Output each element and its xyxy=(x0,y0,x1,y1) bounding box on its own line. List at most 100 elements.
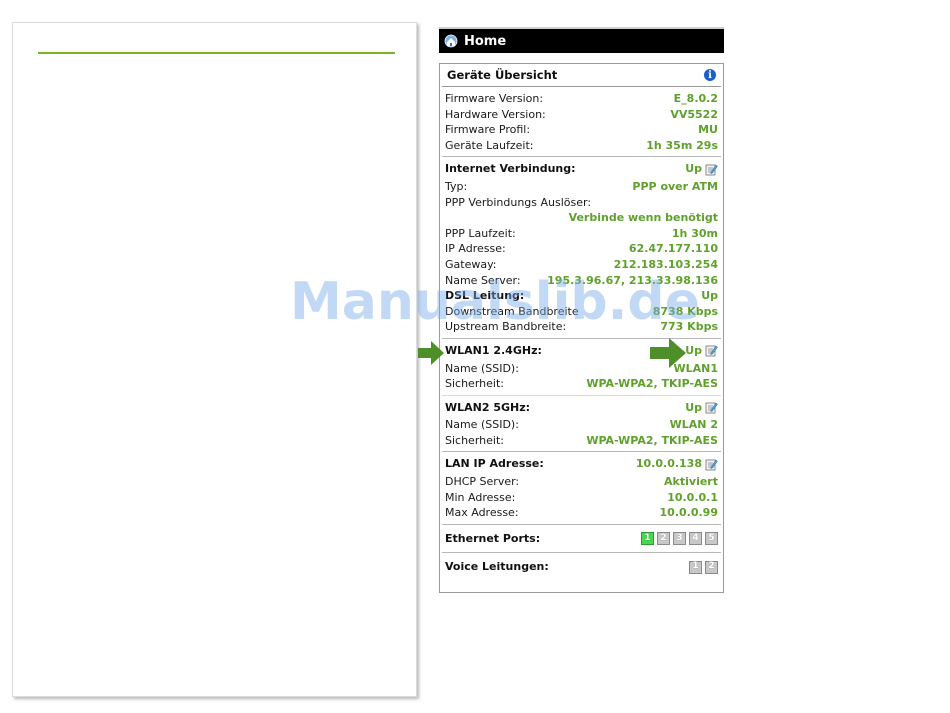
ethernet-ports: 1 2 3 4 5 xyxy=(641,532,718,546)
internet-row: IP Adresse: 62.47.177.110 xyxy=(445,241,718,257)
edit-note-icon[interactable] xyxy=(705,344,718,357)
row-label: Max Adresse: xyxy=(445,506,519,520)
internet-row: Name Server: 195.3.96.67, 213.33.98.136 xyxy=(445,273,718,289)
dsl-label: DSL Leitung: xyxy=(445,289,525,303)
row-label: Name Server: xyxy=(445,273,521,287)
dsl-row: DSL Leitung: Up xyxy=(445,288,718,304)
status-panel: Geräte Übersicht i Firmware Version: E_8… xyxy=(439,63,724,593)
row-label: Upstream Bandbreite: xyxy=(445,320,567,334)
edit-note-icon[interactable] xyxy=(705,458,718,471)
wlan1-status: Up xyxy=(685,343,718,359)
wlan2-row: Sicherheit: WPA-WPA2, TKIP-AES xyxy=(445,433,718,449)
ethernet-section: Ethernet Ports: 1 2 3 4 5 xyxy=(442,525,721,554)
internet-status: Up xyxy=(685,161,718,177)
ethernet-header: Ethernet Ports: 1 2 3 4 5 xyxy=(445,531,718,547)
row-value: MU xyxy=(698,123,718,137)
row-label: Firmware Version: xyxy=(445,92,544,105)
overview-row: Geräte Laufzeit: 1h 35m 29s xyxy=(445,138,718,154)
row-value: Aktiviert xyxy=(664,475,718,489)
row-value: 8738 Kbps xyxy=(652,304,718,318)
dsl-status: Up xyxy=(701,289,718,303)
dsl-row: Upstream Bandbreite: 773 Kbps xyxy=(445,319,718,335)
row-value: 773 Kbps xyxy=(660,320,718,334)
row-label: Name (SSID): xyxy=(445,361,519,375)
wlan2-title: WLAN2 5GHz: xyxy=(445,400,531,414)
left-divider xyxy=(38,52,395,54)
row-label: DHCP Server: xyxy=(445,475,520,489)
wlan2-section: WLAN2 5GHz: Up Name (SSID): WLAN 2 Siche… xyxy=(442,396,721,453)
internet-header: Internet Verbindung: Up xyxy=(445,161,718,177)
voice-section: Voice Leitungen: 1 2 xyxy=(442,553,721,578)
internet-title: Internet Verbindung: xyxy=(445,162,576,176)
row-value: WLAN 2 xyxy=(669,418,718,432)
home-title: Home xyxy=(464,33,507,49)
lan-section: LAN IP Adresse: 10.0.0.138 DHCP Server: … xyxy=(442,452,721,525)
lan-row: DHCP Server: Aktiviert xyxy=(445,474,718,490)
row-label: Min Adresse: xyxy=(445,490,516,504)
internet-row: PPP Laufzeit: 1h 30m xyxy=(445,226,718,242)
lan-ip-text: 10.0.0.138 xyxy=(635,457,702,471)
row-value: 1h 30m xyxy=(671,226,718,240)
lan-title: LAN IP Adresse: xyxy=(445,457,544,471)
arrow-right-icon xyxy=(418,341,444,365)
internet-status-text: Up xyxy=(685,162,702,176)
overview-title: Geräte Übersicht xyxy=(447,68,558,82)
row-value: VV5522 xyxy=(670,107,718,121)
wlan1-row: Sicherheit: WPA-WPA2, TKIP-AES xyxy=(445,376,718,392)
lan-ip: 10.0.0.138 xyxy=(636,456,718,472)
row-label: PPP Laufzeit: xyxy=(445,226,516,240)
voice-line-1[interactable]: 1 xyxy=(689,560,702,574)
dsl-row: Downstream Bandbreite 8738 Kbps xyxy=(445,304,718,320)
row-label: Typ: xyxy=(445,179,468,193)
home-bar[interactable]: Home xyxy=(439,27,724,53)
ethernet-port-2[interactable]: 2 xyxy=(657,532,670,546)
voice-line-2[interactable]: 2 xyxy=(705,560,718,574)
ethernet-port-3[interactable]: 3 xyxy=(673,532,686,546)
internet-row: PPP Verbindungs Auslöser: xyxy=(445,195,718,211)
overview-row: Firmware Profil: MU xyxy=(445,122,718,138)
info-icon[interactable]: i xyxy=(704,69,716,81)
internet-row: Typ: PPP over ATM xyxy=(445,179,718,195)
row-value: 10.0.0.99 xyxy=(659,506,718,520)
wlan2-status: Up xyxy=(685,400,718,416)
wlan2-header: WLAN2 5GHz: Up xyxy=(445,400,718,416)
internet-row: Gateway: 212.183.103.254 xyxy=(445,257,718,273)
row-label: Geräte Laufzeit: xyxy=(445,138,534,152)
row-value: E_8.0.2 xyxy=(673,92,718,105)
home-globe-icon xyxy=(444,34,458,48)
overview-row: Hardware Version: VV5522 xyxy=(445,107,718,123)
wlan1-title: WLAN1 2.4GHz: xyxy=(445,343,542,357)
overview-section: Firmware Version: E_8.0.2 Hardware Versi… xyxy=(442,87,721,158)
row-value: PPP over ATM xyxy=(632,179,718,193)
row-label: Downstream Bandbreite xyxy=(445,304,579,318)
row-value: WPA-WPA2, TKIP-AES xyxy=(586,433,718,447)
edit-note-icon[interactable] xyxy=(705,163,718,176)
lan-row: Min Adresse: 10.0.0.1 xyxy=(445,490,718,506)
ethernet-port-4[interactable]: 4 xyxy=(689,532,702,546)
internet-section: Internet Verbindung: Up Typ: PPP over AT… xyxy=(442,157,721,339)
voice-header: Voice Leitungen: 1 2 xyxy=(445,559,718,575)
row-value: 195.3.96.67, 213.33.98.136 xyxy=(547,273,718,287)
row-label: PPP Verbindungs Auslöser: xyxy=(445,195,592,209)
voice-lines: 1 2 xyxy=(689,560,718,574)
row-value: WPA-WPA2, TKIP-AES xyxy=(586,377,718,391)
row-label: IP Adresse: xyxy=(445,242,506,256)
wlan1-status-text: Up xyxy=(685,343,702,357)
row-label: Hardware Version: xyxy=(445,107,546,121)
row-label: Name (SSID): xyxy=(445,418,519,432)
edit-note-icon[interactable] xyxy=(705,401,718,414)
lan-header: LAN IP Adresse: 10.0.0.138 xyxy=(445,456,718,472)
lan-row: Max Adresse: 10.0.0.99 xyxy=(445,505,718,521)
left-card xyxy=(12,22,417,697)
ethernet-port-5[interactable]: 5 xyxy=(705,532,718,546)
row-value: 62.47.177.110 xyxy=(628,242,718,256)
wlan2-row: Name (SSID): WLAN 2 xyxy=(445,417,718,433)
row-value: 10.0.0.1 xyxy=(667,490,718,504)
row-value: 1h 35m 29s xyxy=(646,138,718,152)
ethernet-port-1[interactable]: 1 xyxy=(641,532,654,546)
row-label: Gateway: xyxy=(445,257,497,271)
row-label: Sicherheit: xyxy=(445,377,504,391)
arrow-right-icon xyxy=(650,338,686,368)
ethernet-title: Ethernet Ports: xyxy=(445,531,541,545)
row-label: Firmware Profil: xyxy=(445,123,531,137)
